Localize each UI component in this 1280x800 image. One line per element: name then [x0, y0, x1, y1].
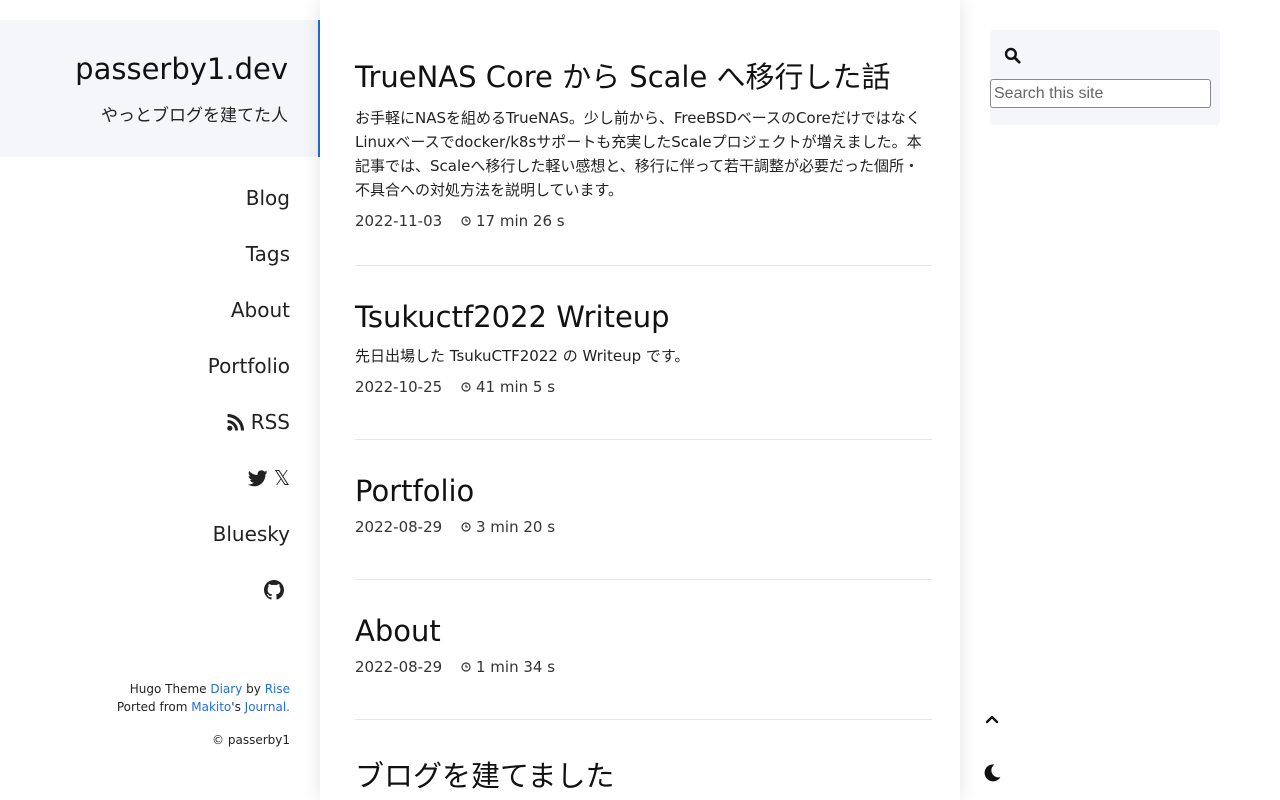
credit-text: 's — [231, 700, 241, 714]
reading-time: 17 min 26 s — [461, 212, 565, 230]
journal-link[interactable]: Journal. — [245, 700, 290, 714]
post-excerpt: お手軽にNASを組めるTrueNAS。少し前から、FreeBSDベースのCore… — [355, 109, 922, 199]
clock-icon — [461, 216, 471, 226]
post-meta: 2022-08-29 1 min 34 s — [355, 658, 932, 676]
sidebar-item-label: Blog — [245, 186, 290, 210]
sidebar-item-portfolio[interactable]: Portfolio — [0, 338, 290, 394]
divider — [355, 265, 932, 266]
reading-time-text: 1 min 34 s — [476, 658, 556, 676]
sidebar-item-rss[interactable]: RSS — [0, 394, 290, 450]
reading-time-text: 3 min 20 s — [476, 518, 556, 536]
sidebar-item-label: RSS — [250, 410, 290, 434]
search-panel — [990, 30, 1220, 125]
post-meta: 2022-08-29 3 min 20 s — [355, 518, 932, 536]
sidebar-item-about[interactable]: About — [0, 282, 290, 338]
moon-icon — [984, 764, 1001, 782]
sidebar-item-tags[interactable]: Tags — [0, 226, 290, 282]
reading-time-text: 41 min 5 s — [476, 378, 556, 396]
sidebar-nav: Blog Tags About Portfolio RSS 𝕏 Bluesky — [0, 170, 290, 618]
post-excerpt: 先日出場した TsukuCTF2022 の Writeup です。 — [355, 347, 690, 365]
reading-time: 3 min 20 s — [461, 518, 555, 536]
search-icon — [1004, 47, 1021, 64]
post-meta: 2022-11-03 17 min 26 s — [355, 212, 932, 230]
theme-credit: Hugo Theme Diary by Rise Ported from Mak… — [117, 680, 290, 716]
sidebar-item-blog[interactable]: Blog — [0, 170, 290, 226]
theme-diary-link[interactable]: Diary — [210, 682, 242, 696]
post-title-link[interactable]: TrueNAS Core から Scale へ移行した話 — [355, 54, 932, 96]
post-title-link[interactable]: About — [355, 614, 932, 648]
rss-icon — [226, 413, 244, 431]
dark-mode-toggle[interactable] — [982, 763, 1002, 787]
reading-time: 41 min 5 s — [461, 378, 555, 396]
reading-time: 1 min 34 s — [461, 658, 555, 676]
divider — [355, 579, 932, 580]
theme-author-link[interactable]: Rise — [265, 682, 290, 696]
sidebar-item-label: Bluesky — [212, 522, 290, 546]
github-icon — [264, 580, 284, 600]
clock-icon — [461, 382, 471, 392]
divider — [355, 719, 932, 720]
post-date: 2022-10-25 — [355, 378, 443, 396]
list-item: Tsukuctf2022 Writeup 先日出場した TsukuCTF2022… — [355, 300, 932, 396]
list-item: Portfolio 2022-08-29 3 min 20 s — [355, 474, 932, 536]
chevron-up-icon — [985, 715, 999, 724]
sidebar-item-label: About — [230, 298, 290, 322]
post-title-link[interactable]: Portfolio — [355, 474, 932, 508]
makito-link[interactable]: Makito — [191, 700, 231, 714]
back-to-top-button[interactable] — [983, 711, 1001, 731]
post-list: TrueNAS Core から Scale へ移行した話 お手軽にNASを組める… — [320, 0, 960, 800]
reading-time-text: 17 min 26 s — [476, 212, 565, 230]
sidebar-item-github[interactable] — [0, 562, 290, 618]
list-item: ブログを建てました — [355, 753, 932, 795]
sidebar-item-label: Portfolio — [207, 354, 290, 378]
divider — [355, 439, 932, 440]
post-meta: 2022-10-25 41 min 5 s — [355, 378, 932, 396]
sidebar: passerby1.dev やっとブログを建てた人 Blog Tags Abou… — [0, 0, 320, 800]
sidebar-item-label: Tags — [245, 242, 290, 266]
credit-text: Hugo Theme — [129, 682, 207, 696]
site-title-link[interactable]: passerby1.dev — [75, 52, 288, 86]
clock-icon — [461, 522, 471, 532]
sidebar-item-label: 𝕏 — [273, 466, 290, 490]
twitter-icon — [247, 469, 268, 486]
copyright: © passerby1 — [212, 733, 290, 747]
post-title-link[interactable]: ブログを建てました — [355, 753, 932, 795]
page: passerby1.dev やっとブログを建てた人 Blog Tags Abou… — [0, 0, 1280, 800]
credit-text: by — [246, 682, 261, 696]
site-header: passerby1.dev やっとブログを建てた人 — [0, 20, 320, 157]
list-item: About 2022-08-29 1 min 34 s — [355, 614, 932, 676]
list-item: TrueNAS Core から Scale へ移行した話 お手軽にNASを組める… — [355, 54, 932, 230]
sidebar-item-twitter[interactable]: 𝕏 — [0, 450, 290, 506]
post-date: 2022-08-29 — [355, 658, 443, 676]
clock-icon — [461, 662, 471, 672]
sidebar-item-bluesky[interactable]: Bluesky — [0, 506, 290, 562]
post-title-link[interactable]: Tsukuctf2022 Writeup — [355, 300, 932, 334]
post-date: 2022-08-29 — [355, 518, 443, 536]
post-date: 2022-11-03 — [355, 212, 443, 230]
credit-text: Ported from — [116, 700, 188, 714]
search-input[interactable] — [990, 79, 1211, 108]
site-subtitle: やっとブログを建てた人 — [101, 106, 288, 126]
